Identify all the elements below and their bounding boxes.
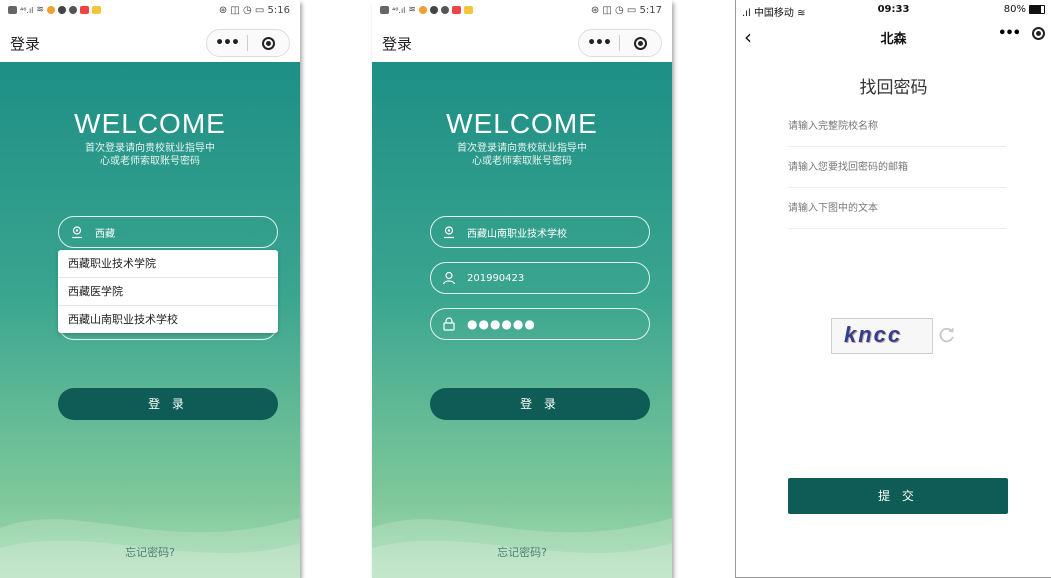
miniprogram-capsule: •••: [578, 29, 662, 57]
app-icon: [68, 6, 77, 14]
phone-login-dropdown: ⁴⁶.ıl ≋ ⊛ ◫ ◷ ▭ 5:16 登录 ••• WELCOME 首次登录…: [0, 0, 300, 578]
close-button[interactable]: [620, 36, 660, 50]
app-icon: [79, 6, 89, 14]
captcha-input[interactable]: 请输入下图中的文本: [788, 196, 1006, 229]
signal-icon: ⁴⁶.ıl: [20, 5, 34, 15]
recover-heading: 找回密码: [859, 78, 928, 98]
welcome-subtitle: 首次登录请向贵校就业指导中 心或老师索取账号密码: [457, 143, 587, 167]
more-button[interactable]: •••: [207, 35, 247, 51]
welcome-heading: WELCOME: [446, 108, 598, 139]
phone-recover-password: .ıl 中国移动 ≋ 09:33 80% ‹ 北森 ••• 找回密码 请输入完整…: [735, 0, 1051, 578]
miniprogram-capsule: •••: [998, 26, 1045, 41]
battery-percent: 80%: [1003, 4, 1026, 15]
status-bar: ⁴⁶.ıl ≋ ⊛ ◫ ◷ ▭ 5:17: [372, 0, 672, 22]
captcha-image[interactable]: kncc: [831, 318, 933, 354]
location-icon: [441, 224, 457, 240]
phone-login-filled: ⁴⁶.ıl ≋ ⊛ ◫ ◷ ▭ 5:17 登录 ••• WELCOME 首次登录…: [372, 0, 672, 578]
page-title: 登录: [10, 35, 41, 53]
app-icon: [429, 6, 438, 14]
user-icon: [441, 270, 457, 286]
target-icon: [633, 36, 647, 50]
app-icon: [451, 6, 461, 14]
more-button[interactable]: •••: [998, 26, 1021, 41]
page-title: 登录: [382, 35, 413, 53]
suggestion-item[interactable]: 西藏山南职业技术学校: [58, 306, 278, 333]
login-button[interactable]: 登 录: [430, 388, 650, 420]
lock-icon: [441, 316, 457, 332]
refresh-icon[interactable]: [938, 326, 956, 344]
login-button[interactable]: 登 录: [58, 388, 278, 420]
more-button[interactable]: •••: [579, 35, 619, 51]
location-icon: [69, 224, 85, 240]
app-icon: [46, 6, 55, 14]
school-suggestions: 西藏职业技术学院 西藏医学院 西藏山南职业技术学校: [58, 250, 278, 333]
miniprogram-capsule: •••: [206, 29, 290, 57]
target-icon: [261, 36, 275, 50]
app-icon: [418, 6, 427, 14]
status-icons: ⁴⁶.ıl ≋: [380, 5, 473, 15]
nav-bar: 登录 •••: [372, 22, 672, 62]
nav-bar: 登录 •••: [0, 22, 300, 62]
suggestion-item[interactable]: 西藏医学院: [58, 278, 278, 306]
target-icon[interactable]: [1032, 27, 1045, 40]
email-input[interactable]: 请输入您要找回密码的邮箱: [788, 155, 1006, 188]
status-icons: ⁴⁶.ıl ≋: [8, 5, 101, 15]
battery-icon: [1029, 5, 1045, 14]
app-icon: [440, 6, 449, 14]
submit-button[interactable]: 提 交: [788, 478, 1008, 514]
status-time: ⊛ ◫ ◷ ▭ 5:16: [218, 5, 290, 16]
wifi-icon: ≋: [36, 5, 44, 15]
welcome-heading: WELCOME: [74, 108, 226, 139]
status-bar: .ıl 中国移动 ≋ 09:33 80%: [736, 4, 1051, 20]
app-icon: [91, 6, 101, 14]
wifi-icon: ≋: [408, 5, 416, 15]
app-icon: [57, 6, 66, 14]
status-time: ⊛ ◫ ◷ ▭ 5:17: [590, 5, 662, 16]
school-input[interactable]: 西藏: [58, 216, 278, 248]
welcome-subtitle: 首次登录请向贵校就业指导中 心或老师索取账号密码: [85, 143, 215, 167]
wave-decoration: [0, 518, 300, 578]
signal-icon: ⁴⁶.ıl: [392, 5, 406, 15]
wave-decoration: [372, 518, 672, 578]
suggestion-item[interactable]: 西藏职业技术学院: [58, 250, 278, 278]
school-input[interactable]: 西藏山南职业技术学校: [430, 216, 650, 248]
nav-bar: ‹ 北森 •••: [736, 22, 1051, 52]
forgot-password-link[interactable]: 忘记密码?: [372, 544, 672, 560]
school-name-input[interactable]: 请输入完整院校名称: [788, 114, 1006, 147]
password-input[interactable]: ●●●●●●: [430, 308, 650, 340]
notification-icon: [380, 6, 389, 14]
account-input[interactable]: 201990423: [430, 262, 650, 294]
close-button[interactable]: [248, 36, 288, 50]
app-icon: [463, 6, 473, 14]
status-bar: ⁴⁶.ıl ≋ ⊛ ◫ ◷ ▭ 5:16: [0, 0, 300, 22]
forgot-password-link[interactable]: 忘记密码?: [0, 544, 300, 560]
notification-icon: [8, 6, 17, 14]
